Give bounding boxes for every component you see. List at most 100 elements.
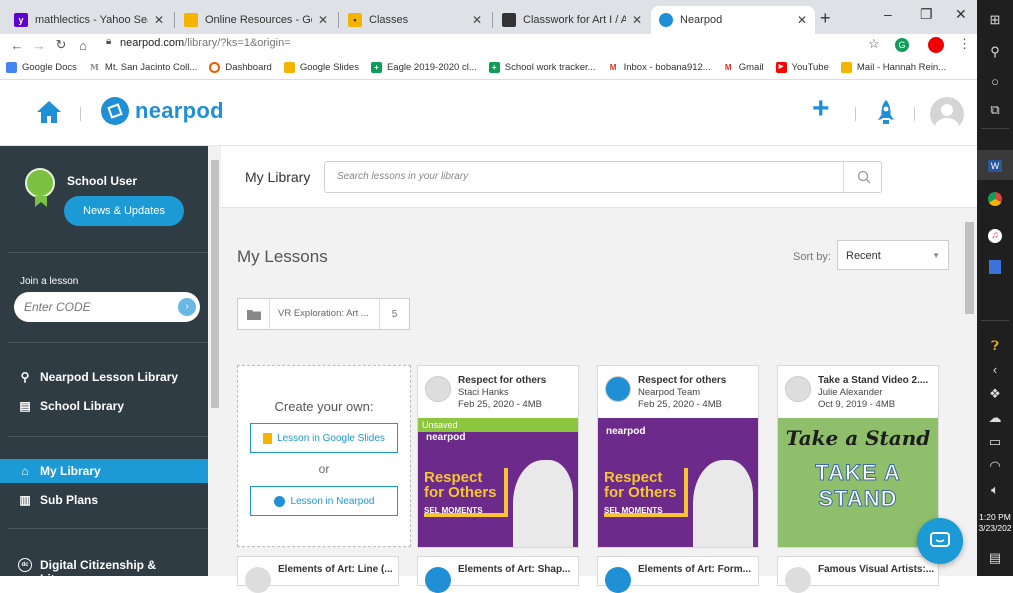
sidebar-item-label: My Library	[40, 464, 101, 478]
paint-app-icon[interactable]	[977, 260, 1013, 277]
sidebar-scrollbar-thumb[interactable]	[211, 160, 219, 408]
chrome-app-icon[interactable]	[977, 192, 1013, 209]
lesson-nearpod-button[interactable]: Lesson in Nearpod	[250, 486, 398, 516]
bookmark-label: School work tracker...	[504, 62, 596, 73]
browser-tab[interactable]: Classwork for Art I / Art II 20 ✕	[494, 6, 650, 34]
url-host: nearpod.com	[120, 37, 185, 49]
lesson-card[interactable]: Elements of Art: Form...	[597, 556, 759, 593]
browser-tab[interactable]: ▪ Classes ✕	[340, 6, 490, 34]
onedrive-icon[interactable]: ☁	[977, 410, 1013, 426]
volume-icon[interactable]: 🔈︎	[977, 482, 1013, 498]
star-icon[interactable]: ☆	[868, 36, 880, 52]
browser-tab-active[interactable]: Nearpod ✕	[651, 6, 815, 34]
browser-tab[interactable]: Online Resources - Google ✕	[176, 6, 336, 34]
library-search-input[interactable]: Search lessons in your library	[324, 161, 882, 193]
user-name: School User	[67, 174, 138, 188]
maximize-icon[interactable]: ❐	[920, 6, 933, 23]
home-icon[interactable]	[36, 100, 62, 124]
show-hidden-icons-chevron-icon[interactable]: ‹	[977, 362, 1013, 377]
battery-icon[interactable]: ▭	[977, 434, 1013, 450]
close-icon[interactable]: ✕	[632, 13, 642, 27]
lesson-date: Oct 9, 2019 - 4MB	[818, 399, 896, 410]
reload-icon[interactable]: ↻	[50, 37, 72, 53]
lesson-card[interactable]: Famous Visual Artists:...	[777, 556, 939, 593]
bookmark[interactable]: + Eagle 2019-2020 cl...	[370, 62, 477, 73]
windows-start-icon[interactable]: ⊞	[977, 12, 1013, 28]
bookmark[interactable]: Google Docs	[6, 62, 77, 73]
create-plus-icon[interactable]: +	[812, 92, 830, 126]
bookmark-label: Google Slides	[299, 62, 359, 73]
wifi-icon[interactable]: ◠	[977, 458, 1013, 474]
lesson-card[interactable]: Respect for others Staci Hanks Feb 25, 2…	[417, 365, 579, 548]
rocket-icon[interactable]	[876, 99, 896, 125]
lesson-title: Famous Visual Artists:...	[818, 564, 935, 575]
address-bar[interactable]: nearpod.com/library/?ks=1&origin=	[120, 37, 291, 49]
forward-icon[interactable]: →	[28, 38, 50, 53]
itunes-app-icon[interactable]: ♫	[977, 226, 1013, 243]
folder-icon	[238, 299, 270, 329]
news-updates-button[interactable]: News & Updates	[64, 196, 184, 226]
dropbox-icon[interactable]: ❖	[977, 386, 1013, 402]
task-view-icon[interactable]: ⧉	[977, 102, 1013, 118]
lesson-card[interactable]: Elements of Art: Shap...	[417, 556, 579, 593]
sidebar-item-digital-citizenship[interactable]: dc Digital Citizenship & Literacy	[18, 558, 156, 586]
close-icon[interactable]: ✕	[472, 13, 482, 27]
close-icon[interactable]: ✕	[154, 13, 164, 27]
close-icon[interactable]: ✕	[797, 13, 807, 27]
bookmark[interactable]: Mail - Hannah Rein...	[840, 62, 946, 73]
yahoo-favicon-icon: y	[14, 13, 28, 27]
thumb-logo: nearpod	[606, 426, 646, 437]
sidebar-item-my-library[interactable]: ⌂ My Library	[0, 459, 208, 483]
bookmark[interactable]: M Mt. San Jacinto Coll...	[89, 62, 197, 73]
help-icon[interactable]: ❓︎	[977, 338, 1013, 354]
sidebar-item-label: Nearpod Lesson Library	[40, 370, 179, 384]
bookmark[interactable]: + School work tracker...	[488, 62, 596, 73]
minimize-icon[interactable]: –	[884, 6, 892, 22]
bookmark[interactable]: Google Slides	[283, 62, 359, 73]
new-tab-icon[interactable]: +	[820, 8, 831, 29]
grammarly-icon[interactable]: G	[895, 38, 909, 52]
bookmark[interactable]: ▶ YouTube	[775, 62, 829, 73]
search-icon[interactable]	[843, 162, 883, 192]
thumb-text: Respect for Others	[604, 469, 677, 501]
digital-citizenship-icon: dc	[18, 558, 32, 572]
user-avatar[interactable]	[930, 97, 964, 131]
clock[interactable]: 1:20 PM 3/23/202	[977, 512, 1013, 534]
sort-select[interactable]: Recent ▼	[837, 240, 949, 270]
bookmark[interactable]: M Inbox - bobana912...	[608, 62, 711, 73]
lesson-title: Respect for others	[638, 375, 727, 386]
bookmark[interactable]: M Gmail	[723, 62, 764, 73]
back-icon[interactable]: ←	[6, 38, 28, 53]
lock-icon: 🔒︎	[106, 36, 112, 47]
sidebar-item-sub-plans[interactable]: ▥ Sub Plans	[18, 493, 98, 507]
notifications-icon[interactable]: ▤	[977, 550, 1013, 566]
word-app-icon[interactable]: W	[977, 150, 1013, 180]
lesson-google-slides-button[interactable]: Lesson in Google Slides	[250, 423, 398, 453]
lesson-card[interactable]: Respect for others Nearpod Team Feb 25, …	[597, 365, 759, 548]
create-title: Create your own:	[274, 399, 374, 414]
close-icon[interactable]: ✕	[318, 13, 328, 27]
home-nav-icon[interactable]: ⌂	[72, 38, 94, 53]
folder-item[interactable]: VR Exploration: Art ... 5	[237, 298, 410, 330]
join-submit-arrow-icon[interactable]: ›	[178, 298, 196, 316]
search-icon[interactable]: ⚲	[977, 44, 1013, 60]
window-close-icon[interactable]: ✕	[955, 6, 967, 23]
head-silhouette-icon	[693, 460, 753, 547]
lesson-card[interactable]: Take a Stand Video 2.... Julie Alexander…	[777, 365, 939, 548]
lesson-date: Feb 25, 2020 - 4MB	[458, 399, 542, 410]
lesson-card[interactable]: Elements of Art: Line (...	[237, 556, 399, 593]
cortana-icon[interactable]: ○	[977, 74, 1013, 89]
menu-icon[interactable]: ⋮	[958, 36, 971, 52]
main-scrollbar-thumb[interactable]	[965, 222, 974, 314]
sidebar-item-lesson-library[interactable]: ⚲ Nearpod Lesson Library	[18, 370, 178, 384]
browser-tab[interactable]: y mathlectics - Yahoo Search ✕	[6, 6, 172, 34]
sidebar-item-school-library[interactable]: ▤ School Library	[18, 399, 124, 413]
profile-icon[interactable]	[928, 37, 944, 53]
bookmark[interactable]: Dashboard	[209, 62, 272, 73]
chat-support-button[interactable]	[917, 518, 963, 564]
lesson-date: Feb 25, 2020 - 4MB	[638, 399, 722, 410]
thumb-logo: nearpod	[426, 432, 466, 443]
bookmark-label: Google Docs	[22, 62, 77, 73]
join-code-input[interactable]	[14, 292, 200, 322]
nearpod-logo[interactable]: nearpod	[101, 97, 224, 125]
